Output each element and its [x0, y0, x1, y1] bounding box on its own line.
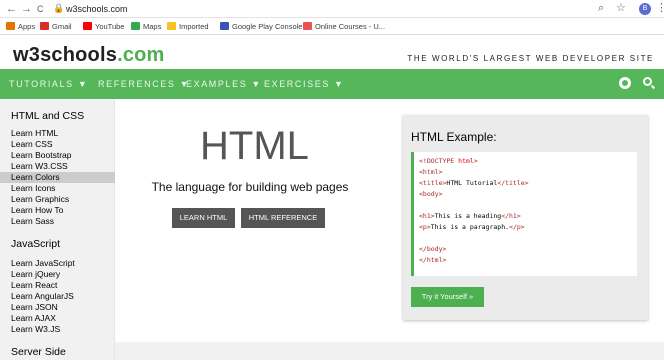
bookmark-online-courses[interactable]: Online Courses - U... — [303, 21, 385, 32]
globe-icon[interactable] — [619, 77, 631, 89]
sidebar-item[interactable]: Learn HTML — [11, 128, 58, 139]
code-line: <p>This is a paragraph.</p> — [419, 223, 525, 231]
top-navigation: TUTORIALS ▼ REFERENCES ▼ EXAMPLES ▼ EXER… — [0, 69, 664, 99]
sidebar-item[interactable]: Learn How To — [11, 205, 63, 216]
zoom-icon[interactable]: ⌕ — [598, 2, 604, 15]
bookmark-apps[interactable]: Apps — [6, 21, 35, 32]
sidebar-item-active[interactable]: Learn Colors — [11, 172, 60, 183]
sidebar-item[interactable]: Learn W3.CSS — [11, 161, 68, 172]
browser-window: ← → C 🔒 w3schools.com ⌕ ☆ B ⋮ Apps Gmail… — [0, 0, 664, 360]
nav-examples[interactable]: EXAMPLES ▼ — [186, 79, 262, 89]
folder-icon — [167, 22, 176, 30]
url-field[interactable]: w3schools.com — [66, 3, 128, 15]
udemy-icon — [303, 22, 312, 30]
forward-arrow-icon[interactable]: → — [21, 3, 32, 15]
try-it-yourself-button[interactable]: Try it Yourself » — [411, 287, 484, 307]
bookmark-maps[interactable]: Maps — [131, 21, 161, 32]
search-icon[interactable] — [643, 77, 652, 86]
play-console-icon — [220, 22, 229, 30]
star-icon[interactable]: ☆ — [616, 2, 626, 15]
sidebar-item[interactable]: Learn AngularJS — [11, 291, 74, 302]
address-bar-row: ← → C 🔒 w3schools.com ⌕ ☆ B ⋮ — [0, 0, 664, 18]
bookmarks-bar: Apps Gmail YouTube Maps Imported Google … — [0, 18, 664, 35]
lock-icon: 🔒 — [53, 3, 65, 13]
sidebar-heading-javascript: JavaScript — [11, 238, 61, 250]
sidebar-item[interactable]: Learn JavaScript — [11, 258, 75, 269]
code-line: </html> — [419, 256, 447, 264]
learn-html-button[interactable]: LEARN HTML — [172, 208, 235, 228]
page-title: HTML — [200, 124, 309, 168]
sidebar-item[interactable]: Learn AJAX — [11, 313, 56, 324]
sidebar-item[interactable]: Learn Graphics — [11, 194, 69, 205]
code-line: <title>HTML Tutorial</title> — [419, 179, 529, 187]
maps-icon — [131, 22, 140, 30]
nav-exercises[interactable]: EXERCISES ▼ — [264, 79, 345, 89]
code-line: </body> — [419, 245, 447, 253]
site-logo[interactable]: w3schools.com — [13, 44, 165, 67]
bookmark-gmail[interactable]: Gmail — [40, 21, 72, 32]
sidebar-item[interactable]: Learn Bootstrap — [11, 150, 71, 161]
page-subtitle: The language for building web pages — [151, 180, 349, 194]
sidebar-item[interactable]: Learn Icons — [11, 183, 55, 194]
bookmark-youtube[interactable]: YouTube — [83, 21, 124, 32]
sidebar-heading-server-side: Server Side — [11, 346, 66, 358]
bookmark-imported[interactable]: Imported — [167, 21, 209, 32]
sidebar-item[interactable]: Learn W3.JS — [11, 324, 60, 335]
sidebar-item[interactable]: Learn React — [11, 280, 57, 291]
example-title: HTML Example: — [411, 130, 497, 144]
menu-dots-icon[interactable]: ⋮ — [656, 2, 664, 15]
gmail-icon — [40, 22, 49, 30]
code-line: <html> — [419, 168, 443, 176]
nav-references[interactable]: REFERENCES ▼ — [98, 79, 190, 89]
apps-icon — [6, 22, 15, 30]
next-section-band — [115, 342, 664, 360]
sidebar-heading-html-css: HTML and CSS — [11, 110, 85, 122]
back-arrow-icon[interactable]: ← — [6, 3, 17, 15]
youtube-icon — [83, 22, 92, 30]
sidebar-item[interactable]: Learn JSON — [11, 302, 58, 313]
code-line: <!DOCTYPE html> — [419, 157, 478, 165]
sidebar-item[interactable]: Learn jQuery — [11, 269, 60, 280]
profile-avatar[interactable]: B — [639, 3, 651, 15]
sidebar-item[interactable]: Learn CSS — [11, 139, 53, 150]
reload-icon[interactable]: C — [37, 3, 44, 15]
bookmark-play-console[interactable]: Google Play Console — [220, 21, 302, 32]
site-slogan: THE WORLD'S LARGEST WEB DEVELOPER SITE — [407, 54, 654, 63]
sidebar-item[interactable]: Learn Sass — [11, 216, 54, 227]
html-reference-button[interactable]: HTML REFERENCE — [241, 208, 325, 228]
nav-tutorials[interactable]: TUTORIALS ▼ — [9, 79, 88, 89]
code-line: <body> — [419, 190, 443, 198]
code-line: <h1>This is a heading</h1> — [419, 212, 521, 220]
